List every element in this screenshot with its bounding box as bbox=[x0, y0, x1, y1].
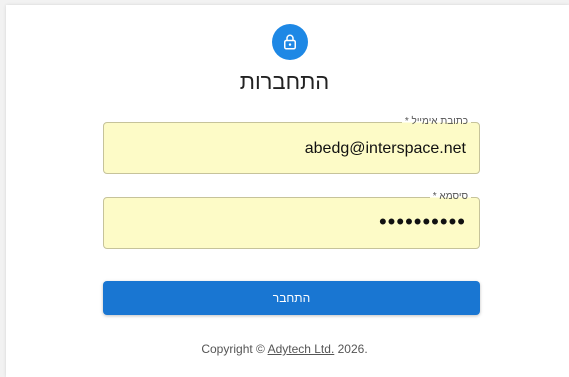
page-title: התחברות bbox=[239, 69, 330, 94]
password-label: סיסמא * bbox=[429, 190, 471, 204]
password-input[interactable] bbox=[116, 211, 466, 233]
login-button[interactable]: התחבר bbox=[103, 281, 480, 315]
copyright-year: 2026. bbox=[337, 342, 368, 356]
lock-glyph bbox=[284, 34, 296, 50]
email-label: כתובת אימייל * bbox=[401, 115, 471, 129]
password-field[interactable]: סיסמא * bbox=[103, 190, 480, 249]
copyright: Copyright © Adytech Ltd. 2026. bbox=[0, 342, 569, 356]
lock-icon bbox=[272, 24, 308, 60]
login-card bbox=[6, 5, 569, 377]
company-link[interactable]: Adytech Ltd. bbox=[268, 342, 335, 356]
email-input[interactable] bbox=[116, 138, 466, 160]
email-field[interactable]: כתובת אימייל * bbox=[103, 115, 480, 174]
copyright-prefix: Copyright © bbox=[201, 342, 265, 356]
